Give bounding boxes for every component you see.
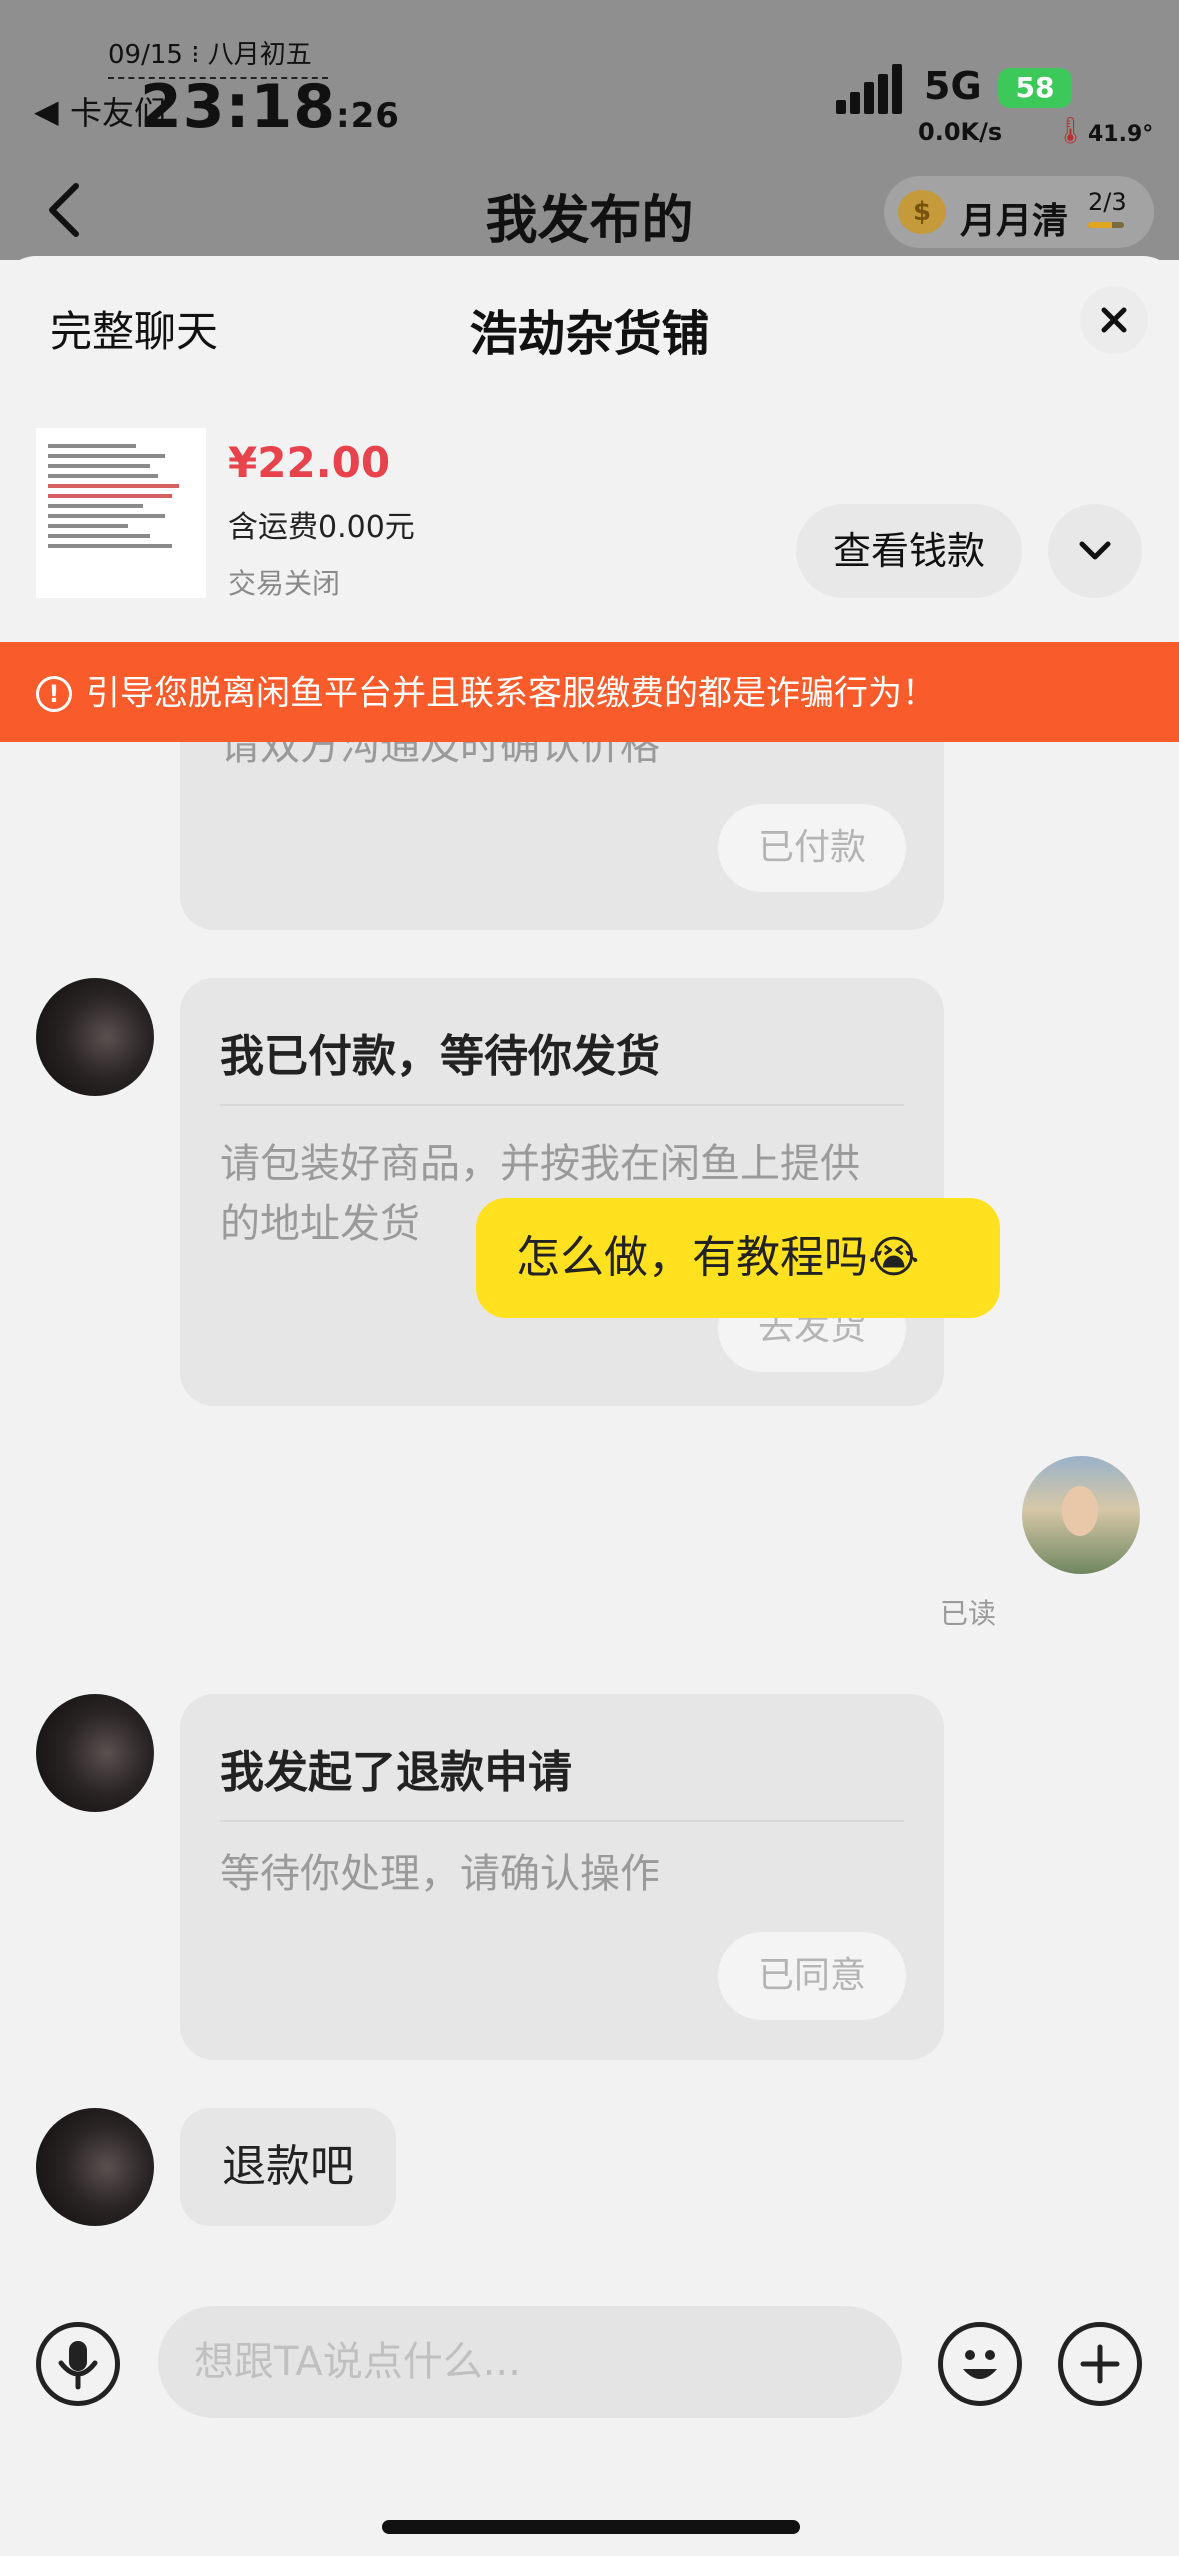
chevron-down-icon [1079, 541, 1111, 560]
paid-button[interactable]: 已付款 [718, 804, 906, 892]
return-arrow-icon[interactable]: ◀ [34, 92, 59, 130]
warning-text: 引导您脱离闲鱼平台并且联系客服缴费的都是诈骗行为！ [86, 673, 936, 714]
system-card-paid: 我已付款，等待你发货 请包装好商品，并按我在闲鱼上提供的地址发货 去发货 [180, 978, 944, 1406]
battery-icon: 58 [998, 68, 1072, 108]
monthly-progress-bar [1088, 222, 1124, 228]
thermometer-icon: 🌡 [1054, 116, 1088, 146]
monthly-clear-label: 月月清 [960, 201, 1069, 242]
emoji-button[interactable] [938, 2322, 1022, 2406]
battery-level: 58 [1015, 71, 1055, 104]
product-thumbnail[interactable] [36, 428, 206, 598]
buyer-avatar[interactable] [36, 1694, 154, 1812]
plus-icon [1080, 2344, 1120, 2384]
more-button[interactable] [1058, 2322, 1142, 2406]
fraud-warning-banner: ! 引导您脱离闲鱼平台并且联系客服缴费的都是诈骗行为！ [0, 642, 1179, 742]
buyer-avatar[interactable] [36, 2108, 154, 2226]
card-title: 我发起了退款申请 [220, 1747, 572, 1798]
card-divider [220, 1820, 904, 1822]
monthly-clear-button[interactable]: $ 月月清 2/3 [884, 176, 1154, 248]
chat-sheet: 完整聊天 浩劫杂货铺 ¥22.00 含运费0.00元 交易关闭 查看钱款 [0, 256, 1179, 2556]
view-payment-button[interactable]: 查看钱款 [796, 504, 1022, 598]
status-time-hm: 23:18 [140, 72, 336, 142]
agreed-button[interactable]: 已同意 [718, 1932, 906, 2020]
expand-button[interactable] [1048, 504, 1142, 598]
buyer-message-bubble[interactable]: 退款吧 [180, 2108, 396, 2226]
close-icon [1101, 307, 1127, 333]
buyer-avatar[interactable] [36, 978, 154, 1096]
status-time: 23:18:26 [140, 72, 400, 142]
card-title: 我已付款，等待你发货 [220, 1031, 660, 1082]
card-divider [220, 1104, 904, 1106]
voice-button[interactable] [36, 2322, 120, 2406]
network-speed: 0.0K/s [918, 118, 1003, 146]
signal-icon [836, 64, 902, 114]
emoji-icon [963, 2350, 997, 2379]
network-type: 5G [924, 64, 982, 108]
message-input[interactable] [158, 2306, 902, 2418]
my-avatar[interactable] [1022, 1456, 1140, 1574]
home-indicator[interactable] [382, 2520, 800, 2534]
monthly-progress-fill [1088, 222, 1113, 228]
my-message-bubble[interactable]: 怎么做，有教程吗😭 [476, 1198, 1000, 1318]
warning-icon: ! [36, 675, 72, 712]
close-button[interactable] [1080, 286, 1148, 354]
read-receipt: 已读 [940, 1597, 997, 1630]
device-temperature: 41.9° [1088, 122, 1154, 147]
trade-status: 交易关闭 [228, 567, 341, 600]
monthly-clear-count: 2/3 [1088, 188, 1127, 216]
shipping-fee: 含运费0.00元 [228, 510, 415, 545]
status-time-seconds: :26 [336, 96, 400, 136]
shop-name: 浩劫杂货铺 [469, 306, 710, 362]
product-price: ¥22.00 [228, 438, 391, 487]
coin-icon: $ [898, 190, 946, 234]
microphone-icon [58, 2341, 98, 2390]
status-and-nav-area: 09/15 ⁝ 八月初五 ◀ 卡友们 23:18:26 5G 58 0.0K/s… [0, 0, 1179, 260]
card-body: 等待你处理，请确认操作 [220, 1851, 660, 1897]
system-card-refund: 我发起了退款申请 等待你处理，请确认操作 已同意 [180, 1694, 944, 2060]
